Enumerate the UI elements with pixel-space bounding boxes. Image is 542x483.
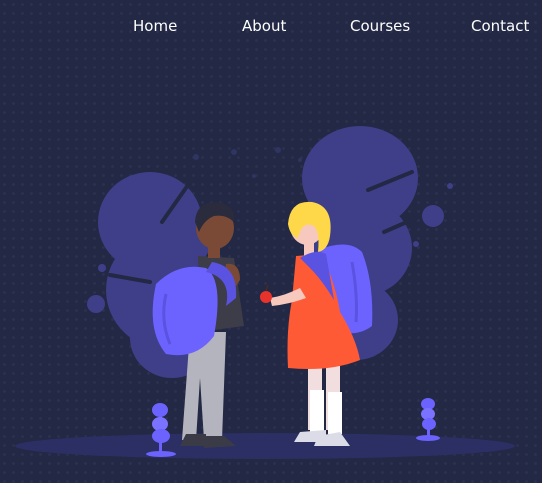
sky-dots xyxy=(193,147,302,178)
bush-icon xyxy=(416,398,440,441)
hero-illustration xyxy=(15,126,515,459)
apple xyxy=(260,291,272,303)
ground-shadow xyxy=(15,433,515,459)
